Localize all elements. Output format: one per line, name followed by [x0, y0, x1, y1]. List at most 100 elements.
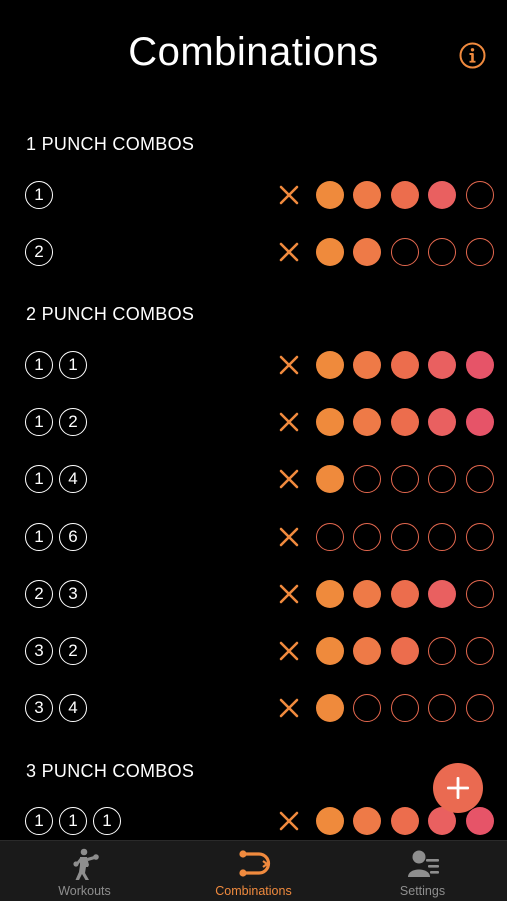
rating-dot-empty[interactable]	[353, 694, 381, 723]
punch-number: 1	[25, 522, 53, 551]
punch-number: 1	[25, 465, 53, 494]
combo-row[interactable]: 34	[0, 680, 507, 737]
section-title: 2 PUNCH COMBOS	[26, 304, 195, 325]
rating-control	[278, 336, 494, 393]
rating-dot-empty[interactable]	[353, 522, 381, 551]
close-icon	[279, 355, 299, 375]
rating-control	[278, 622, 494, 679]
rating-dot-filled[interactable]	[465, 408, 494, 437]
clear-rating-button[interactable]	[278, 640, 300, 662]
rating-dot-filled[interactable]	[465, 350, 494, 379]
rating-dot-filled[interactable]	[428, 350, 456, 379]
rating-dot-empty[interactable]	[390, 522, 419, 551]
info-button[interactable]	[459, 42, 486, 69]
punch-number: 2	[59, 636, 87, 665]
tab-bar: Workouts Combinations Settings	[0, 840, 507, 901]
combo-row[interactable]: 16	[0, 508, 507, 565]
rating-dot-filled[interactable]	[315, 180, 344, 209]
rating-dot-filled[interactable]	[315, 694, 344, 723]
combo-row[interactable]: 14	[0, 451, 507, 508]
punch-sequence: 12	[25, 394, 87, 451]
rating-dot-empty[interactable]	[428, 694, 456, 723]
rating-dot-empty[interactable]	[315, 522, 344, 551]
combination-icon	[238, 850, 270, 877]
combo-row[interactable]: 111	[0, 793, 507, 840]
rating-dot-empty[interactable]	[390, 237, 419, 266]
punch-number: 3	[25, 694, 53, 723]
punch-number: 1	[93, 807, 121, 836]
rating-dot-filled[interactable]	[353, 237, 381, 266]
rating-dot-filled[interactable]	[390, 408, 419, 437]
combo-row[interactable]: 2	[0, 223, 507, 280]
rating-dot-empty[interactable]	[465, 465, 494, 494]
rating-dot-filled[interactable]	[353, 408, 381, 437]
rating-dot-filled[interactable]	[315, 237, 344, 266]
clear-rating-button[interactable]	[278, 583, 300, 605]
rating-dot-empty[interactable]	[465, 636, 494, 665]
rating-dot-filled[interactable]	[315, 465, 344, 494]
clear-rating-button[interactable]	[278, 241, 300, 263]
combo-row[interactable]: 23	[0, 565, 507, 622]
rating-dot-empty[interactable]	[428, 237, 456, 266]
section-title: 1 PUNCH COMBOS	[26, 134, 195, 154]
tab-label: Settings	[399, 884, 446, 898]
clear-rating-button[interactable]	[278, 184, 300, 206]
rating-control	[278, 680, 494, 737]
rating-dot-filled[interactable]	[315, 408, 344, 437]
rating-dot-filled[interactable]	[428, 408, 456, 437]
close-icon	[279, 242, 299, 262]
rating-dot-filled[interactable]	[390, 579, 419, 608]
combo-row[interactable]: 11	[0, 336, 507, 393]
rating-dot-empty[interactable]	[465, 237, 494, 266]
add-combination-button[interactable]	[433, 763, 483, 813]
rating-dot-filled[interactable]	[390, 350, 419, 379]
rating-dot-filled[interactable]	[465, 807, 494, 836]
rating-dot-filled[interactable]	[353, 350, 381, 379]
rating-dot-empty[interactable]	[428, 465, 456, 494]
rating-dot-empty[interactable]	[353, 465, 381, 494]
clear-rating-button[interactable]	[278, 468, 300, 490]
rating-dot-filled[interactable]	[390, 180, 419, 209]
rating-dot-filled[interactable]	[428, 579, 456, 608]
rating-dot-filled[interactable]	[315, 579, 344, 608]
rating-dot-empty[interactable]	[428, 522, 456, 551]
rating-dot-empty[interactable]	[465, 180, 494, 209]
combo-row[interactable]: 32	[0, 622, 507, 679]
punch-sequence: 34	[25, 680, 87, 737]
clear-rating-button[interactable]	[278, 354, 300, 376]
rating-dot-filled[interactable]	[353, 807, 381, 836]
combo-section: 1 PUNCH COMBOS 1 2	[0, 122, 507, 280]
rating-dot-empty[interactable]	[465, 694, 494, 723]
rating-dot-filled[interactable]	[428, 180, 456, 209]
close-icon	[279, 412, 299, 432]
plus-icon	[447, 777, 469, 799]
tab-settings[interactable]: Settings	[338, 841, 507, 901]
combo-row[interactable]: 1	[0, 166, 507, 223]
combo-row[interactable]: 12	[0, 394, 507, 451]
rating-dot-empty[interactable]	[465, 522, 494, 551]
close-icon	[279, 584, 299, 604]
combinations-list[interactable]: 1 PUNCH COMBOS 1 2 2 PUNCH COMBOS 1 1 1 2 1 4 1 6 2 3…	[0, 110, 507, 840]
rating-dot-filled[interactable]	[315, 636, 344, 665]
rating-dot-filled[interactable]	[353, 636, 381, 665]
clear-rating-button[interactable]	[278, 411, 300, 433]
rating-dot-filled[interactable]	[315, 350, 344, 379]
rating-dot-empty[interactable]	[390, 465, 419, 494]
rating-dot-filled[interactable]	[390, 636, 419, 665]
close-icon	[279, 185, 299, 204]
rating-dot-filled[interactable]	[353, 180, 381, 209]
rating-dot-empty[interactable]	[390, 694, 419, 723]
rating-dot-empty[interactable]	[428, 636, 456, 665]
tab-workouts[interactable]: Workouts	[0, 841, 169, 901]
rating-dot-empty[interactable]	[465, 579, 494, 608]
clear-rating-button[interactable]	[278, 810, 300, 832]
clear-rating-button[interactable]	[278, 697, 300, 719]
tab-label: Combinations	[215, 884, 292, 898]
punch-number: 6	[59, 522, 87, 551]
rating-dot-filled[interactable]	[390, 807, 419, 836]
punch-sequence: 2	[25, 223, 53, 280]
tab-combinations[interactable]: Combinations	[169, 841, 338, 901]
clear-rating-button[interactable]	[278, 526, 300, 548]
rating-dot-filled[interactable]	[315, 807, 344, 836]
rating-dot-filled[interactable]	[353, 579, 381, 608]
